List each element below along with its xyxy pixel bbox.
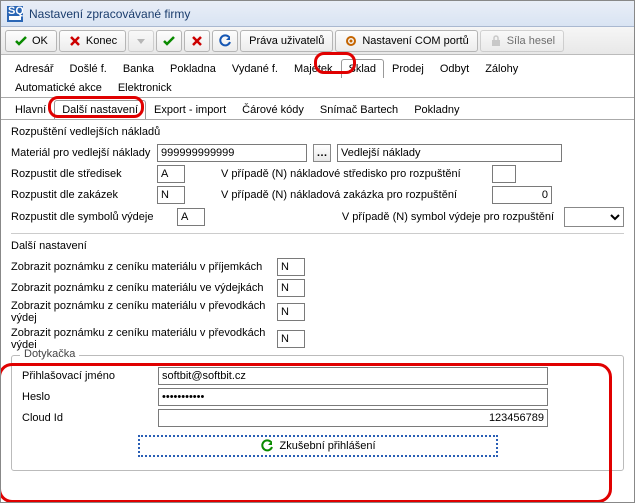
subtab-dalsi-nastaveni[interactable]: Další nastavení xyxy=(54,100,146,119)
login-name-field[interactable] xyxy=(158,367,548,385)
note-prev-vydej2-field[interactable] xyxy=(277,330,305,348)
titlebar: SQL Nastavení zpracovávané firmy xyxy=(1,1,634,27)
symbolu-label: Rozpustit dle symbolů výdeje xyxy=(11,211,171,223)
separator-1 xyxy=(11,233,624,234)
check-icon xyxy=(14,34,28,48)
note-prev-vydej-label: Zobrazit poznámku z ceníku materiálu v p… xyxy=(11,300,271,324)
tab-pokladna[interactable]: Pokladna xyxy=(162,59,224,78)
password-label: Heslo xyxy=(22,391,152,403)
password-strength-label: Síla hesel xyxy=(507,35,555,47)
zakazka-case-field[interactable] xyxy=(492,186,552,204)
tab-odbyt[interactable]: Odbyt xyxy=(432,59,477,78)
dropdown-button[interactable] xyxy=(128,30,154,52)
zakazka-case-label: V případě (N) nákladová zakázka pro rozp… xyxy=(221,189,486,201)
dotykacka-legend: Dotykačka xyxy=(20,348,79,360)
symbolu-field[interactable] xyxy=(177,208,205,226)
lock-icon xyxy=(489,34,503,48)
note-vydejky-label: Zobrazit poznámku z ceníku materiálu ve … xyxy=(11,282,271,294)
tab-elektronicke[interactable]: Elektronick xyxy=(110,78,180,97)
cloudid-label: Cloud Id xyxy=(22,412,152,424)
dotykacka-group: Dotykačka Přihlašovací jméno Heslo Cloud… xyxy=(11,355,624,471)
group-rozpusteni-title: Rozpuštění vedlejších nákladů xyxy=(11,126,624,138)
ok-button[interactable]: OK xyxy=(5,30,57,52)
com-ports-label: Nastavení COM portů xyxy=(362,35,468,47)
subtab-export-import[interactable]: Export - import xyxy=(146,100,234,119)
subtab-hlavni[interactable]: Hlavní xyxy=(7,100,54,119)
tab-vydane-f[interactable]: Vydané f. xyxy=(224,59,286,78)
main-tabs: Adresář Došlé f. Banka Pokladna Vydané f… xyxy=(1,55,634,98)
content-area: Rozpuštění vedlejších nákladů Materiál p… xyxy=(1,120,634,475)
subtab-snimac-bartech[interactable]: Snímač Bartech xyxy=(312,100,406,119)
window-title: Nastavení zpracovávané firmy xyxy=(29,7,190,21)
gear-icon xyxy=(344,34,358,48)
refresh-button[interactable] xyxy=(212,30,238,52)
com-ports-button[interactable]: Nastavení COM portů xyxy=(335,30,477,52)
zakazek-field[interactable] xyxy=(157,186,185,204)
tab-auto-akce[interactable]: Automatické akce xyxy=(7,78,110,97)
tab-prodej[interactable]: Prodej xyxy=(384,59,432,78)
tab-adresar[interactable]: Adresář xyxy=(7,59,62,78)
tab-banka[interactable]: Banka xyxy=(115,59,162,78)
tab-majetek[interactable]: Majetek xyxy=(286,59,341,78)
x-red-icon xyxy=(190,34,204,48)
material-lookup-button[interactable]: … xyxy=(313,144,331,162)
note-vydejky-field[interactable] xyxy=(277,279,305,297)
note-prijemky-label: Zobrazit poznámku z ceníku materiálu v p… xyxy=(11,261,271,273)
refresh-icon xyxy=(218,34,232,48)
symbol-case-label: V případě (N) symbol výdeje pro rozpuště… xyxy=(241,211,554,223)
tab-dosle-f[interactable]: Došlé f. xyxy=(62,59,115,78)
refresh-green-icon xyxy=(260,439,274,453)
stredisek-field[interactable] xyxy=(157,165,185,183)
material-label: Materiál pro vedlejší náklady xyxy=(11,147,151,159)
cancel-button[interactable] xyxy=(184,30,210,52)
test-login-label: Zkušební přihlášení xyxy=(280,440,376,452)
end-label: Konec xyxy=(86,35,117,47)
main-toolbar: OK Konec Práva uživatelů Nastavení COM p… xyxy=(1,27,634,55)
subtab-pokladny[interactable]: Pokladny xyxy=(406,100,467,119)
tab-sklad[interactable]: Sklad xyxy=(341,59,385,78)
login-name-label: Přihlašovací jméno xyxy=(22,370,152,382)
stredisko-case-label: V případě (N) nákladové středisko pro ro… xyxy=(221,168,486,180)
user-rights-button[interactable]: Práva uživatelů xyxy=(240,30,333,52)
password-field[interactable] xyxy=(158,388,548,406)
password-strength-button[interactable]: Síla hesel xyxy=(480,30,564,52)
subtab-carove-kody[interactable]: Čárové kódy xyxy=(234,100,312,119)
check-icon xyxy=(162,34,176,48)
svg-text:SQL: SQL xyxy=(8,6,23,17)
note-prijemky-field[interactable] xyxy=(277,258,305,276)
symbol-case-select[interactable] xyxy=(564,207,624,227)
app-icon: SQL xyxy=(7,6,23,22)
stredisko-case-field[interactable] xyxy=(492,165,516,183)
confirm-button[interactable] xyxy=(156,30,182,52)
group-dalsi-title: Další nastavení xyxy=(11,240,624,252)
stredisek-label: Rozpustit dle středisek xyxy=(11,168,151,180)
note-prev-vydej-field[interactable] xyxy=(277,303,305,321)
chevron-down-icon xyxy=(134,34,148,48)
sub-tabs: Hlavní Další nastavení Export - import Č… xyxy=(1,98,634,120)
user-rights-label: Práva uživatelů xyxy=(249,35,324,47)
tab-zalohy[interactable]: Zálohy xyxy=(477,59,526,78)
cloudid-field[interactable] xyxy=(158,409,548,427)
material-field[interactable] xyxy=(157,144,307,162)
test-login-button[interactable]: Zkušební přihlášení xyxy=(138,435,498,457)
zakazek-label: Rozpustit dle zakázek xyxy=(11,189,151,201)
material-desc-field[interactable] xyxy=(337,144,562,162)
end-button[interactable]: Konec xyxy=(59,30,126,52)
x-red-icon xyxy=(68,34,82,48)
ok-label: OK xyxy=(32,35,48,47)
